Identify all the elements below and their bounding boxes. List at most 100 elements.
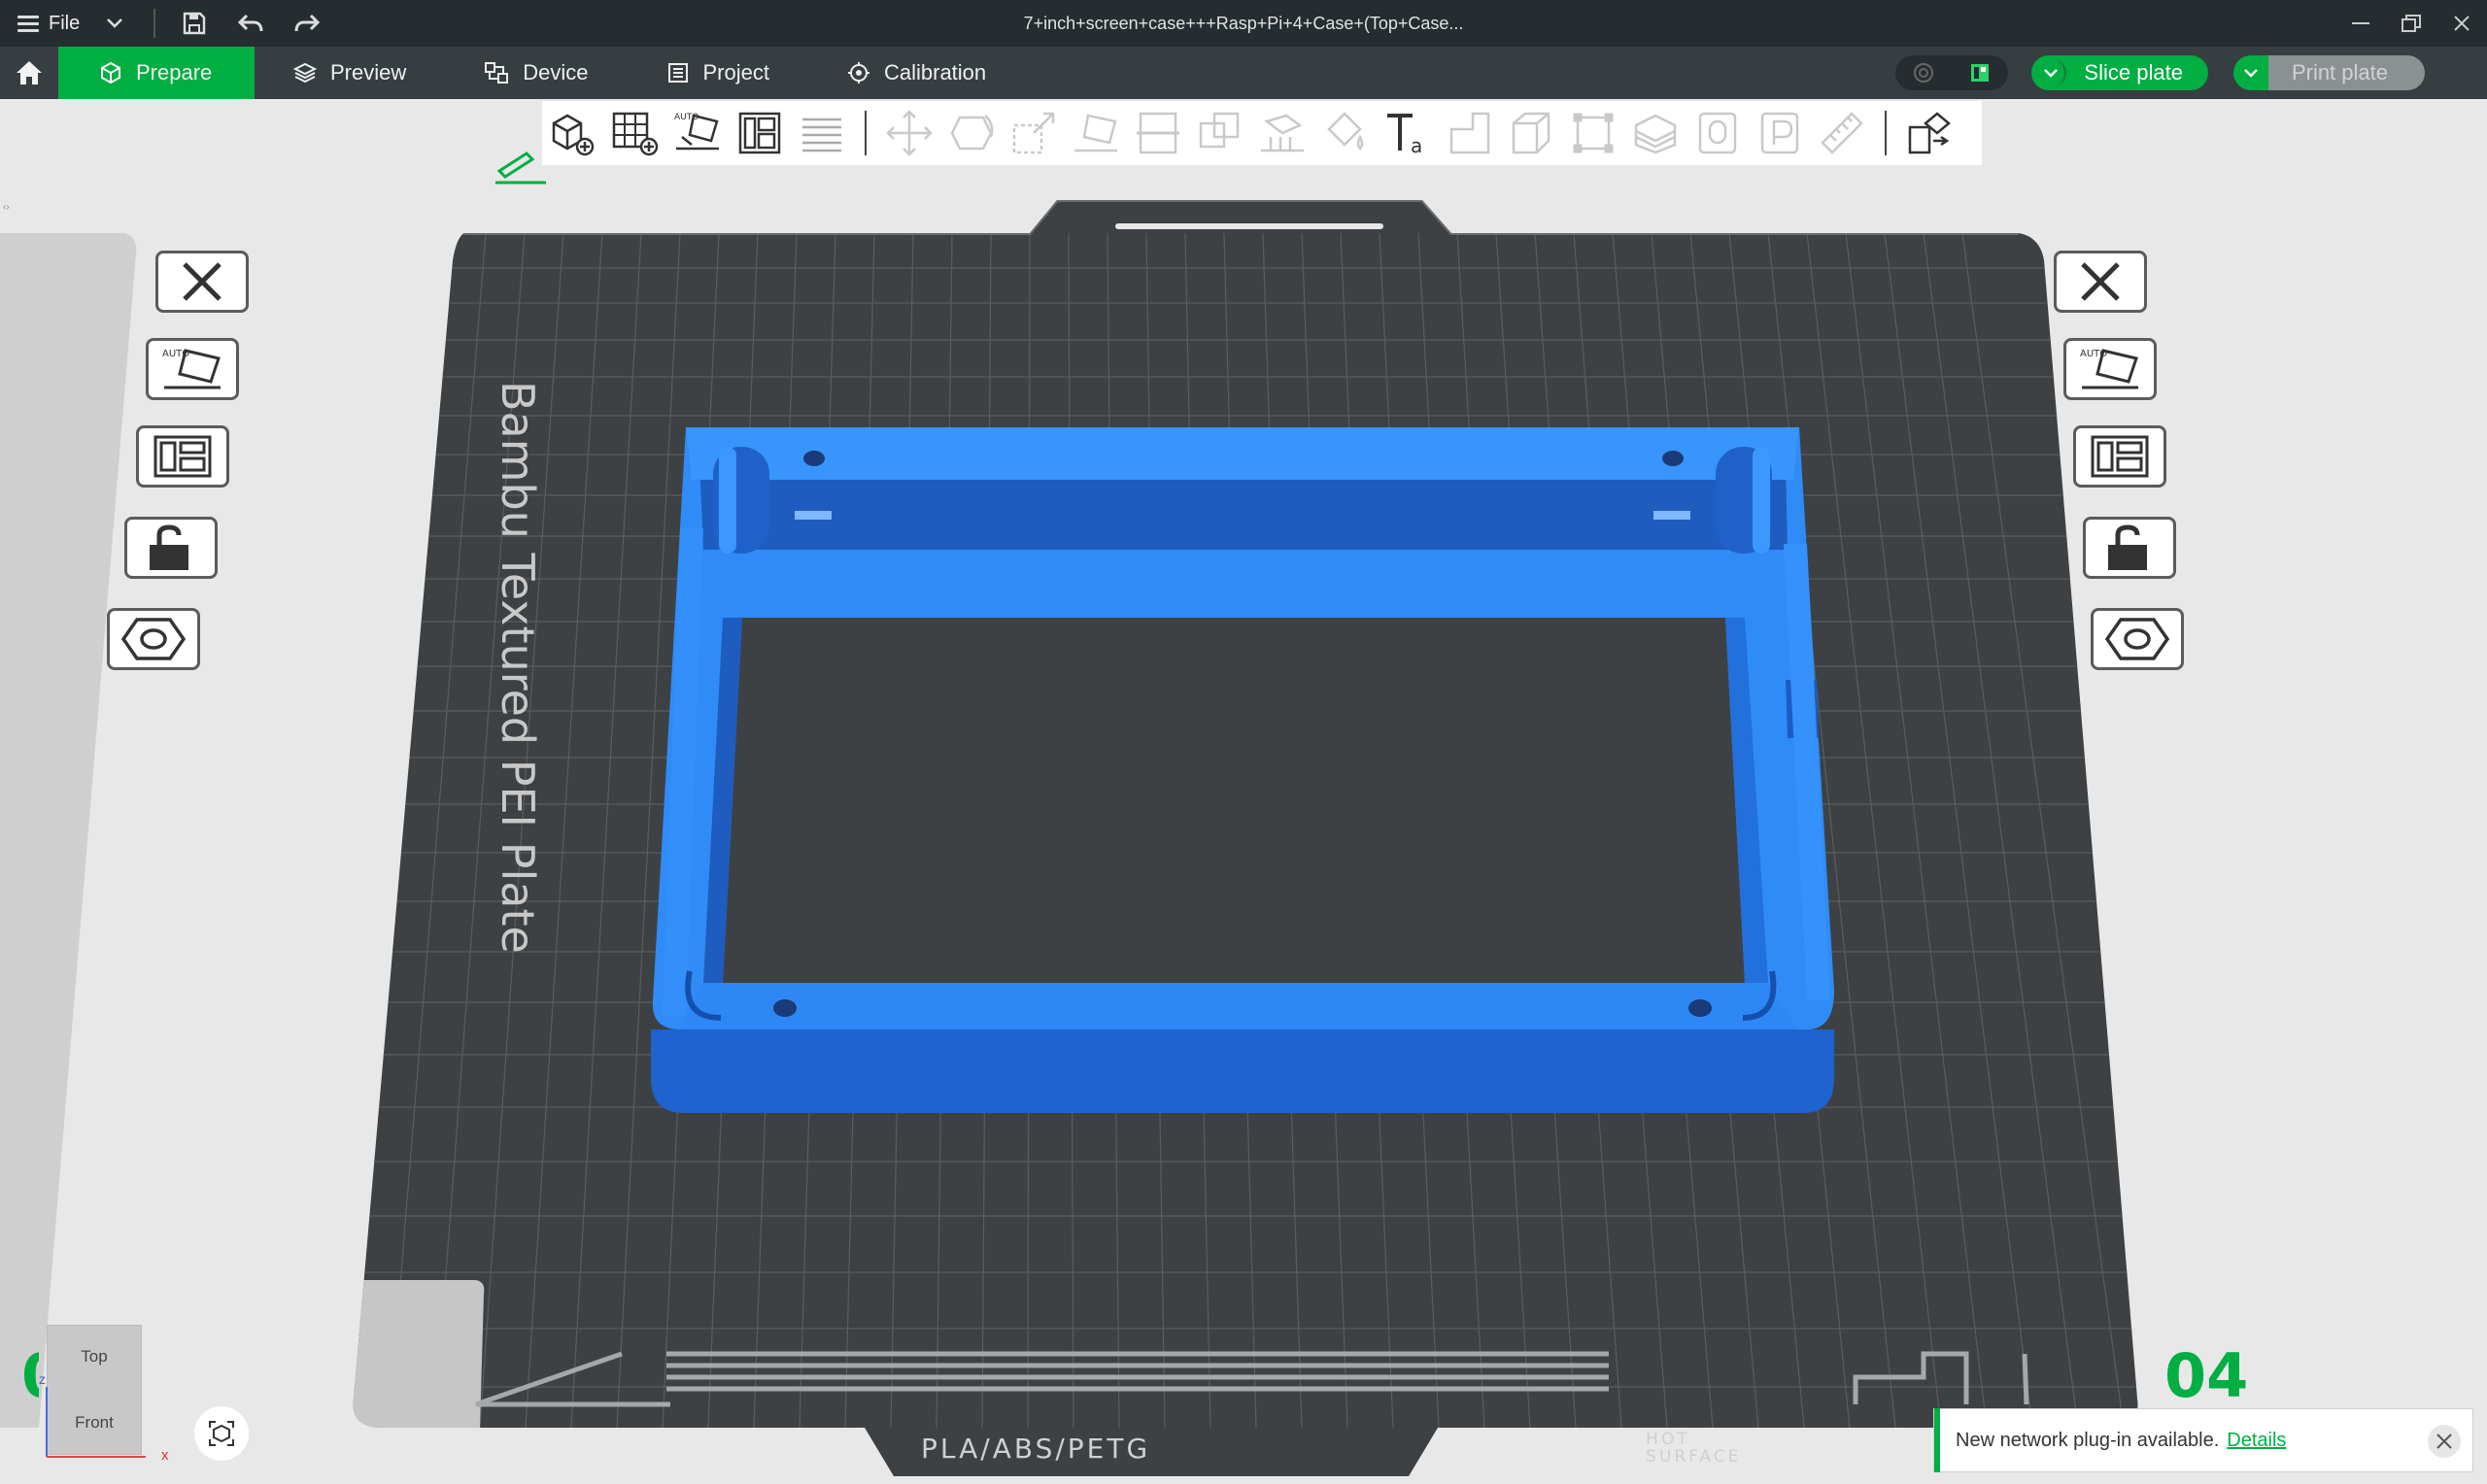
material-text: PLA/ABS/PETG (921, 1432, 1151, 1465)
bed-name-label: Bambu Textured PEI Plate (492, 381, 544, 954)
tab-device[interactable]: Device (445, 47, 627, 99)
notification-message: New network plug-in available. (1956, 1429, 2220, 1451)
lay-on-face-button[interactable] (1065, 101, 1127, 165)
restore-button[interactable] (2386, 0, 2436, 47)
edit-pen-icon[interactable] (492, 148, 550, 186)
auto-orient-icon: AUTO (162, 349, 221, 389)
split-layers-button[interactable] (791, 101, 853, 165)
file-menu-dropdown[interactable] (93, 2, 136, 45)
left-arrange-button[interactable] (136, 425, 229, 488)
layer-slice-button[interactable] (1624, 101, 1686, 165)
close-icon (2454, 16, 2470, 31)
left-settings-button[interactable] (107, 608, 200, 670)
left-lock-button[interactable] (124, 517, 218, 579)
slice-dropdown[interactable] (2037, 59, 2067, 86)
print-plate-label: Print plate (2267, 55, 2425, 90)
axis-x-label: x (161, 1447, 169, 1464)
window-title: 7+inch+screen+case+++Rasp+Pi+4+Case+(Top… (1023, 14, 1464, 33)
axis-gizmo (46, 1387, 146, 1458)
target-icon (1914, 63, 1934, 83)
redo-button[interactable] (286, 2, 328, 45)
slice-plate-button[interactable]: Slice plate (2031, 55, 2208, 90)
rotate-button[interactable] (940, 101, 1003, 165)
view-cube-top[interactable]: Top (48, 1347, 141, 1366)
layers-list-icon (802, 118, 841, 152)
arrange-button[interactable] (729, 101, 791, 165)
minimize-icon (2352, 22, 2369, 24)
seam-paint-button[interactable] (1313, 101, 1376, 165)
right-lock-button[interactable] (2083, 517, 2176, 579)
arrange-icon (738, 112, 781, 154)
brim-ear-button[interactable] (1686, 101, 1749, 165)
close-icon (2081, 262, 2120, 301)
add-object-button[interactable] (542, 101, 604, 165)
tab-label: Calibration (883, 60, 987, 84)
tab-label: Project (702, 60, 769, 84)
move-button[interactable] (878, 101, 940, 165)
notification-close-button[interactable] (2428, 1425, 2461, 1458)
redo-icon (294, 14, 321, 32)
right-delete-button[interactable] (2054, 251, 2147, 313)
tab-project[interactable]: Project (628, 47, 808, 99)
assembly-button[interactable] (1898, 101, 1960, 165)
close-window-button[interactable] (2436, 0, 2487, 47)
variable-layer-button[interactable] (1438, 101, 1500, 165)
save-icon (184, 12, 206, 35)
minimize-button[interactable] (2335, 0, 2386, 47)
network-plugin-notification: New network plug-in available. Details (1933, 1408, 2473, 1472)
tab-label: Preview (330, 60, 407, 84)
tab-prepare[interactable]: Prepare (58, 47, 255, 99)
chevron-down-icon (2244, 69, 2258, 78)
bed-bottom-strip: PLA/ABS/PETG HOT SURFACE (903, 1424, 1758, 1472)
view-reset-icon (209, 1421, 234, 1446)
cut-button[interactable] (1127, 101, 1189, 165)
assembly-icon (1908, 112, 1951, 154)
view-mode-toggle[interactable] (1895, 55, 2009, 90)
right-settings-button[interactable] (2091, 608, 2184, 670)
home-button[interactable] (0, 47, 58, 99)
left-delete-button[interactable] (155, 251, 249, 313)
scale-button[interactable] (1003, 101, 1065, 165)
plate-param-button[interactable] (1749, 101, 1811, 165)
tab-calibration[interactable]: Calibration (808, 47, 1025, 99)
sidebar-toggle-icon[interactable]: ‹› (3, 202, 10, 213)
support-paint-icon (1261, 114, 1304, 152)
ruler-icon (1821, 112, 1863, 154)
measure-cube-button[interactable] (1500, 101, 1562, 165)
cut-icon (1137, 112, 1179, 154)
file-menu-button[interactable]: File (17, 13, 80, 35)
fit-box-button[interactable] (1562, 101, 1624, 165)
add-cube-icon (552, 114, 595, 156)
right-auto-orient-button[interactable]: AUTO (2063, 338, 2157, 400)
bounding-box-icon (1573, 113, 1614, 153)
svg-text:a: a (1411, 134, 1422, 157)
tab-preview[interactable]: Preview (255, 47, 445, 99)
boolean-button[interactable] (1189, 101, 1251, 165)
reset-view-button[interactable] (194, 1406, 249, 1461)
right-arrange-button[interactable] (2073, 425, 2166, 488)
auto-orient-button[interactable]: AUTO (666, 101, 729, 165)
hex-nut-icon (120, 618, 187, 660)
print-dropdown[interactable] (2232, 55, 2268, 90)
unlock-icon (150, 524, 188, 570)
support-paint-button[interactable] (1251, 101, 1313, 165)
undo-button[interactable] (229, 2, 272, 45)
plate-layout-icon (1971, 64, 1990, 82)
variable-layer-icon (1449, 112, 1490, 154)
restore-icon (2402, 15, 2421, 32)
lay-on-face-icon (1074, 114, 1117, 152)
close-icon (2436, 1433, 2452, 1449)
hot-surface-line1: HOT (1646, 1430, 1690, 1449)
close-icon (183, 262, 221, 301)
title-bar: File 7+inch+screen+case+++Rasp+Pi+4+Case… (0, 0, 2487, 47)
notification-details-link[interactable]: Details (2227, 1430, 2286, 1452)
text-button[interactable]: a (1376, 101, 1438, 165)
print-plate-button[interactable]: Print plate (2232, 55, 2425, 90)
brim-icon (1698, 112, 1737, 154)
rotate-icon (950, 115, 994, 151)
model-frame (651, 427, 1834, 1113)
save-button[interactable] (173, 2, 216, 45)
add-plate-button[interactable] (604, 101, 666, 165)
measure-button[interactable] (1811, 101, 1873, 165)
left-auto-orient-button[interactable]: AUTO (146, 338, 239, 400)
